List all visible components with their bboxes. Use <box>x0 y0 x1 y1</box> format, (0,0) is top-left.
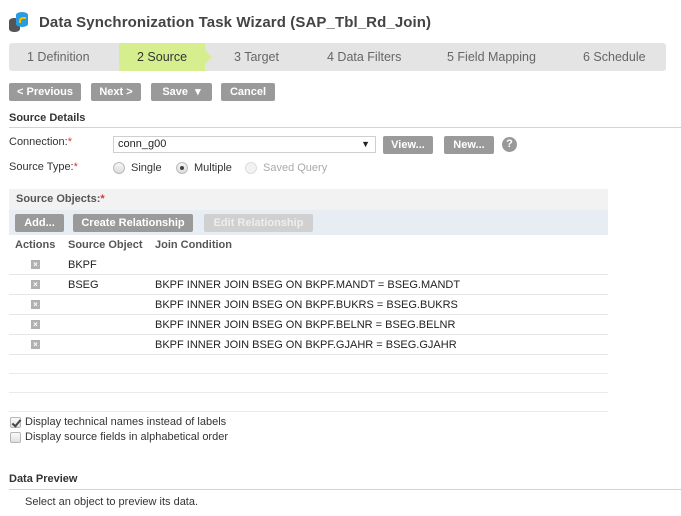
table-header: Actions Source Object Join Condition <box>9 235 608 255</box>
source-type-label: Source Type:* <box>9 161 78 173</box>
source-objects-toolbar: Add... Create Relationship Edit Relation… <box>9 210 608 235</box>
data-preview-message: Select an object to preview its data. <box>25 496 199 508</box>
table-row[interactable]: × BKPF INNER JOIN BSEG ON BKPF.BUKRS = B… <box>9 295 608 315</box>
radio-button <box>245 162 257 174</box>
add-object-button[interactable]: Add... <box>15 214 64 232</box>
source-objects-panel: Source Objects:* Add... Create Relations… <box>9 189 608 412</box>
technical-names-checkbox[interactable] <box>10 416 21 428</box>
join-condition-cell: BKPF INNER JOIN BSEG ON BKPF.GJAHR = BSE… <box>155 339 457 351</box>
edit-relationship-button: Edit Relationship <box>204 214 313 232</box>
source-object-cell: BSEG <box>68 279 99 291</box>
chevron-down-icon: ▾ <box>195 86 201 98</box>
table-row[interactable]: × BKPF <box>9 255 608 275</box>
empty-table-row <box>9 355 608 374</box>
delete-icon[interactable]: × <box>31 340 40 349</box>
alphabetical-order-label: Display source fields in alphabetical or… <box>25 431 228 443</box>
table-row[interactable]: × BKPF INNER JOIN BSEG ON BKPF.BELNR = B… <box>9 315 608 335</box>
help-icon[interactable]: ? <box>502 137 517 152</box>
new-connection-button[interactable]: New... <box>444 136 494 154</box>
save-label: Save <box>162 86 189 98</box>
radio-single-label: Single <box>131 162 162 174</box>
wizard-step-source[interactable]: 2 Source <box>119 43 213 71</box>
alphabetical-order-option[interactable]: Display source fields in alphabetical or… <box>10 430 228 444</box>
source-objects-header: Source Objects:* <box>9 189 608 210</box>
required-marker: * <box>67 136 72 148</box>
section-divider <box>9 127 681 128</box>
technical-names-option[interactable]: Display technical names instead of label… <box>10 415 226 429</box>
page-title: Data Synchronization Task Wizard (SAP_Tb… <box>39 13 432 31</box>
column-header-source-object: Source Object <box>68 239 143 251</box>
empty-table-row <box>9 374 608 393</box>
alphabetical-order-checkbox[interactable] <box>10 431 21 443</box>
table-row[interactable]: × BSEG BKPF INNER JOIN BSEG ON BKPF.MAND… <box>9 275 608 295</box>
technical-names-label: Display technical names instead of label… <box>25 416 227 428</box>
join-condition-cell: BKPF INNER JOIN BSEG ON BKPF.BELNR = BSE… <box>155 319 456 331</box>
source-object-cell: BKPF <box>68 259 97 271</box>
dropdown-arrow-icon: ▼ <box>361 139 370 149</box>
data-preview-title: Data Preview <box>9 473 78 485</box>
column-header-join-condition: Join Condition <box>155 239 232 251</box>
column-header-actions: Actions <box>15 239 56 251</box>
delete-icon[interactable]: × <box>31 260 40 269</box>
view-connection-button[interactable]: View... <box>383 136 433 154</box>
connection-value: conn_g00 <box>118 138 167 150</box>
join-condition-cell: BKPF INNER JOIN BSEG ON BKPF.MANDT = BSE… <box>155 279 461 291</box>
join-condition-cell: BKPF INNER JOIN BSEG ON BKPF.BUKRS = BSE… <box>155 299 458 311</box>
delete-icon[interactable]: × <box>31 280 40 289</box>
radio-single[interactable]: Single <box>113 160 162 176</box>
create-relationship-button[interactable]: Create Relationship <box>73 214 193 232</box>
wizard-step-target[interactable]: 3 Target <box>234 43 279 71</box>
data-sync-task-icon <box>9 11 29 33</box>
radio-multiple-label: Multiple <box>194 162 232 174</box>
radio-saved-query-label: Saved Query <box>263 162 328 174</box>
save-button[interactable]: Save ▾ <box>151 83 212 101</box>
source-details-title: Source Details <box>9 112 86 124</box>
radio-saved-query: Saved Query <box>245 160 327 176</box>
wizard-step-definition[interactable]: 1 Definition <box>27 43 90 71</box>
cancel-button[interactable]: Cancel <box>221 83 275 101</box>
table-row[interactable]: × BKPF INNER JOIN BSEG ON BKPF.GJAHR = B… <box>9 335 608 355</box>
previous-button[interactable]: < Previous <box>9 83 81 101</box>
empty-table-row <box>9 393 608 412</box>
radio-button[interactable] <box>176 162 188 174</box>
section-divider <box>9 489 681 490</box>
required-marker: * <box>100 193 105 205</box>
required-marker: * <box>73 161 78 173</box>
next-button[interactable]: Next > <box>91 83 141 101</box>
delete-icon[interactable]: × <box>31 320 40 329</box>
wizard-step-data-filters[interactable]: 4 Data Filters <box>327 43 401 71</box>
window-header: Data Synchronization Task Wizard (SAP_Tb… <box>9 10 431 34</box>
radio-button[interactable] <box>113 162 125 174</box>
wizard-step-field-mapping[interactable]: 5 Field Mapping <box>447 43 536 71</box>
connection-label: Connection:* <box>9 136 72 148</box>
connection-select[interactable]: conn_g00 ▼ <box>113 136 376 153</box>
wizard-step-schedule[interactable]: 6 Schedule <box>583 43 646 71</box>
radio-multiple[interactable]: Multiple <box>176 160 232 176</box>
delete-icon[interactable]: × <box>31 300 40 309</box>
wizard-steps: 1 Definition 2 Source 3 Target 4 Data Fi… <box>9 43 666 71</box>
